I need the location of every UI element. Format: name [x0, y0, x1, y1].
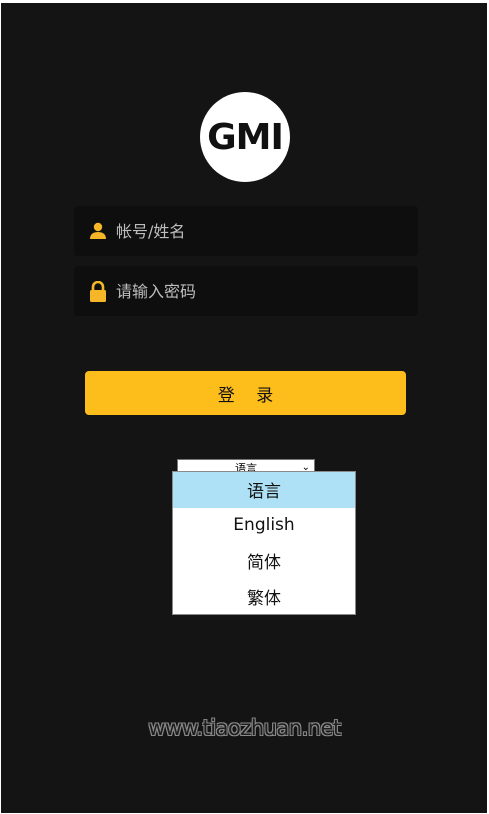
page-frame: GMI 登 录 语言 ⌄ — [0, 0, 489, 814]
language-option-default[interactable]: 语言 — [173, 472, 355, 508]
language-option-english[interactable]: English — [173, 508, 355, 544]
username-field[interactable] — [74, 206, 418, 256]
logo-text: GMI — [207, 116, 284, 158]
password-input[interactable] — [116, 266, 406, 316]
logo: GMI — [200, 92, 290, 182]
watermark: www.tiaozhuan.net — [148, 716, 341, 740]
user-icon — [88, 221, 108, 241]
login-screen: GMI 登 录 语言 ⌄ — [1, 3, 487, 813]
lock-icon — [88, 280, 108, 302]
login-button[interactable]: 登 录 — [85, 371, 406, 415]
password-field[interactable] — [74, 266, 418, 316]
username-input[interactable] — [116, 206, 406, 256]
language-option-simplified[interactable]: 简体 — [173, 543, 355, 579]
language-option-traditional[interactable]: 繁体 — [173, 579, 355, 615]
language-dropdown: 语言 English 简体 繁体 — [172, 471, 356, 615]
